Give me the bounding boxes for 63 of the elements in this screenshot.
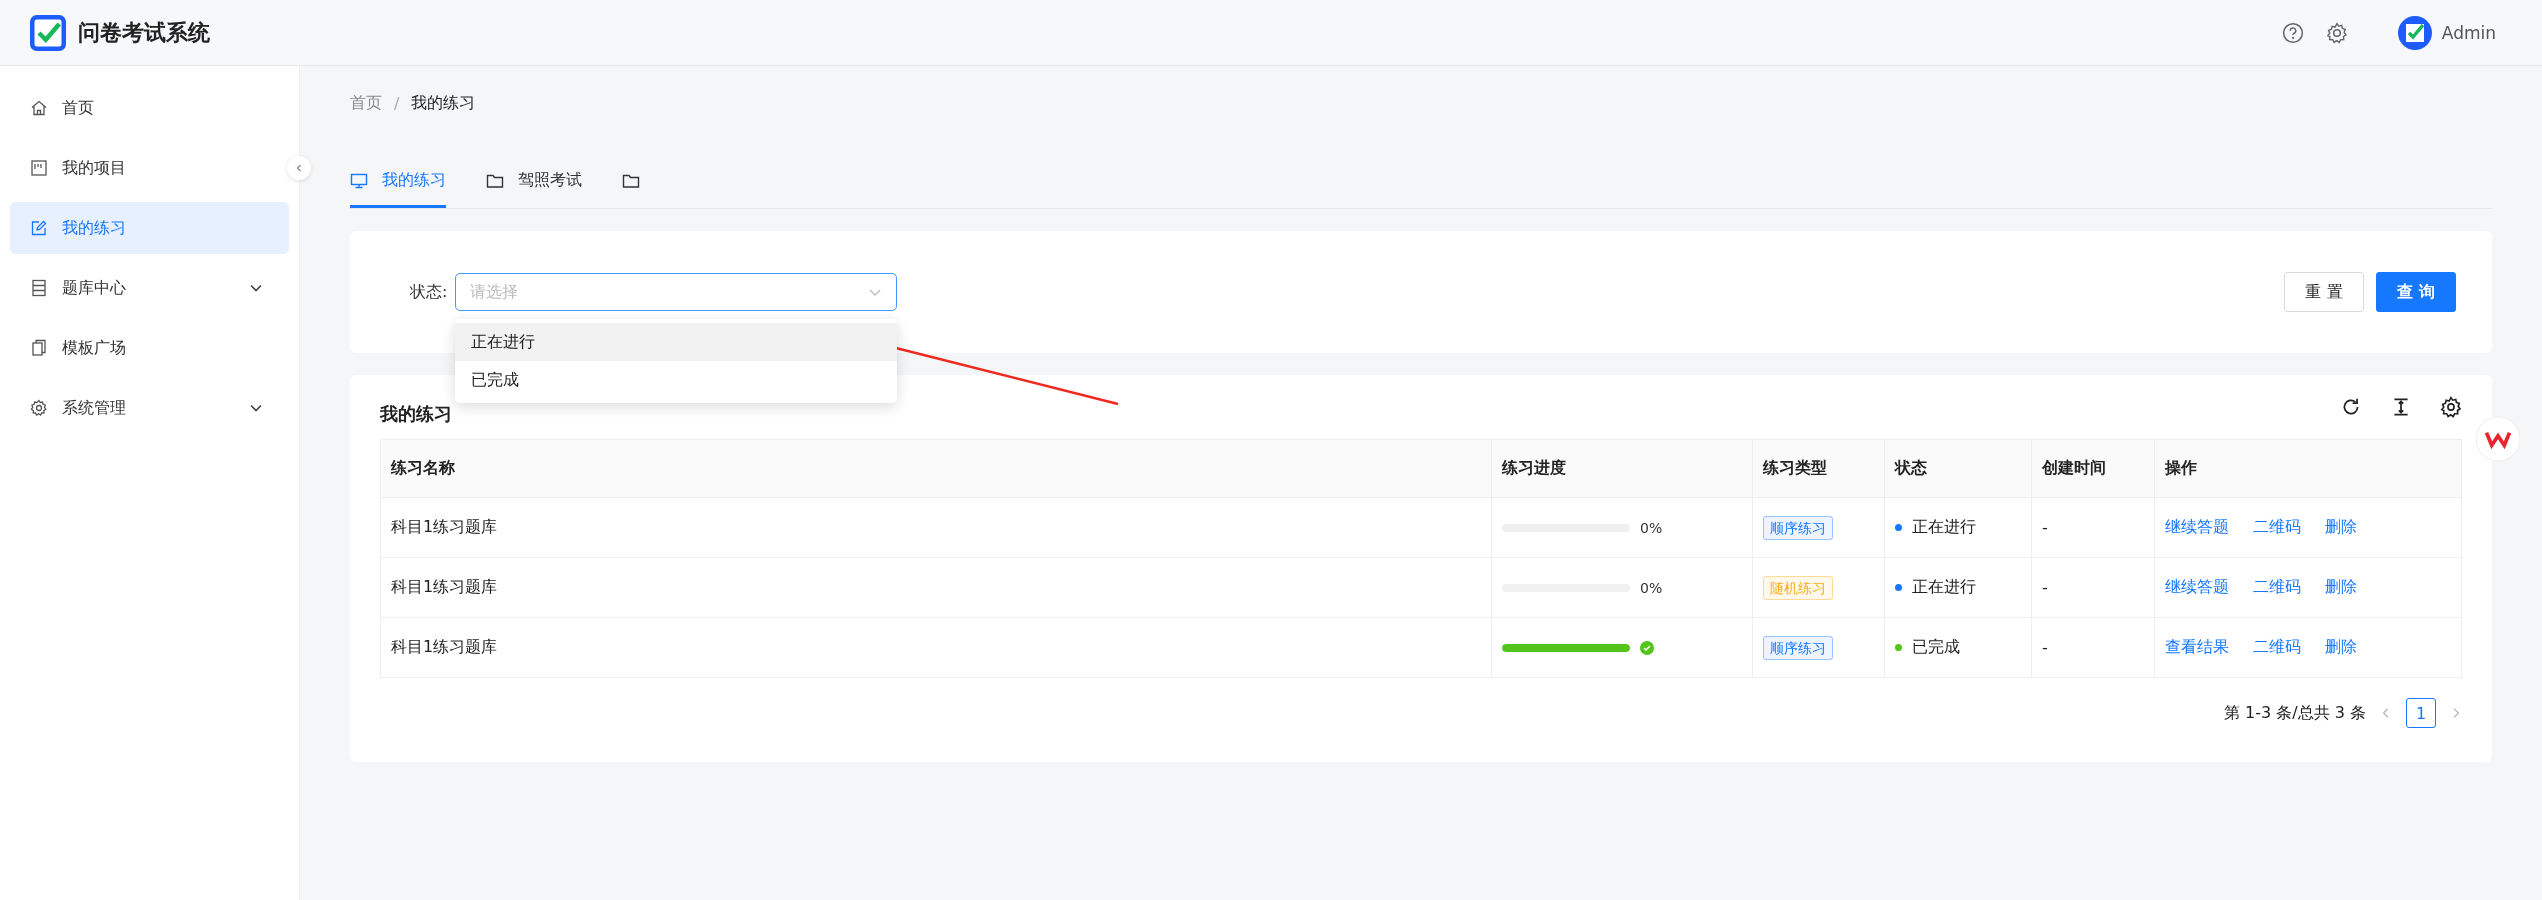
status-text: 已完成 [1911,637,1960,658]
sidebar-item[interactable]: 首页 [10,82,289,134]
progress-reading: 0% [1640,579,1663,596]
table-cell: - [2031,557,2155,618]
column-header: 状态 [1884,439,2032,498]
dropdown-option[interactable]: 正在进行 [455,323,898,361]
table-title: 我的练习 [380,402,452,426]
table-cell: - [2031,497,2155,558]
column-header: 练习名称 [380,439,1492,498]
table-cell: - [2031,617,2155,678]
user-name[interactable]: Admin [2441,22,2496,43]
page-button[interactable]: 1 [2406,698,2436,728]
column-header: 练习进度 [1491,439,1753,498]
settings-icon[interactable] [2440,396,2462,418]
action-link[interactable]: 二维码 [2252,577,2301,598]
column-header: 创建时间 [2031,439,2155,498]
copy-icon [30,339,48,357]
action-link[interactable]: 二维码 [2252,637,2301,658]
action-link[interactable]: 继续答题 [2164,517,2229,538]
action-link[interactable]: 继续答题 [2164,577,2229,598]
edit-icon [30,219,48,237]
action-link[interactable]: 删除 [2324,517,2357,538]
logo-icon [30,14,66,51]
tab[interactable]: 我的练习 [350,170,446,208]
sidebar-item[interactable]: 系统管理 [10,382,289,434]
app-title: 问卷考试系统 [78,18,210,47]
monitor-icon [350,171,368,190]
pagination-summary: 第 1-3 条/总共 3 条 [2223,702,2366,724]
column-header: 操作 [2154,439,2462,498]
sidebar-item[interactable]: 我的项目 [10,142,289,194]
action-link[interactable]: 删除 [2324,637,2357,658]
type-tag: 随机练习 [1763,575,1834,600]
breadcrumb-separator: / [394,93,400,113]
wps-icon[interactable] [2475,416,2521,462]
breadcrumb-current: 我的练习 [411,92,476,114]
field-label: 状态: [410,281,448,303]
home-icon [30,99,48,117]
help-icon[interactable] [2281,21,2304,44]
table-cell: 科目1练习题库 [380,617,1492,678]
sidebar-item[interactable]: 模板广场 [10,322,289,374]
progress-reading: 0% [1640,519,1663,536]
action-link[interactable]: 查看结果 [2164,637,2229,658]
sidebar-item[interactable]: 我的练习 [10,202,289,254]
type-tag: 顺序练习 [1763,515,1834,540]
type-tag: 顺序练习 [1763,635,1834,660]
avatar-icon[interactable] [2397,15,2432,50]
list-icon [30,279,48,297]
column-header: 练习类型 [1753,439,1885,498]
tab[interactable]: 驾照考试 [486,170,582,208]
query-button[interactable]: 查询 [2376,272,2456,312]
action-link[interactable]: 二维码 [2252,517,2301,538]
table-cell: 科目1练习题库 [380,557,1492,618]
status-text: 正在进行 [1911,517,1976,538]
settings-icon [30,399,48,417]
table-cell: 科目1练习题库 [380,497,1492,558]
dropdown-option[interactable]: 已完成 [455,361,898,399]
chevron-left-icon [294,163,304,173]
board-icon [30,159,48,177]
reset-button[interactable]: 重置 [2284,272,2364,312]
action-link[interactable]: 删除 [2324,577,2357,598]
status-text: 正在进行 [1911,577,1976,598]
breadcrumb-link[interactable]: 首页 [350,92,382,114]
sidebar-item[interactable]: 题库中心 [10,262,289,314]
